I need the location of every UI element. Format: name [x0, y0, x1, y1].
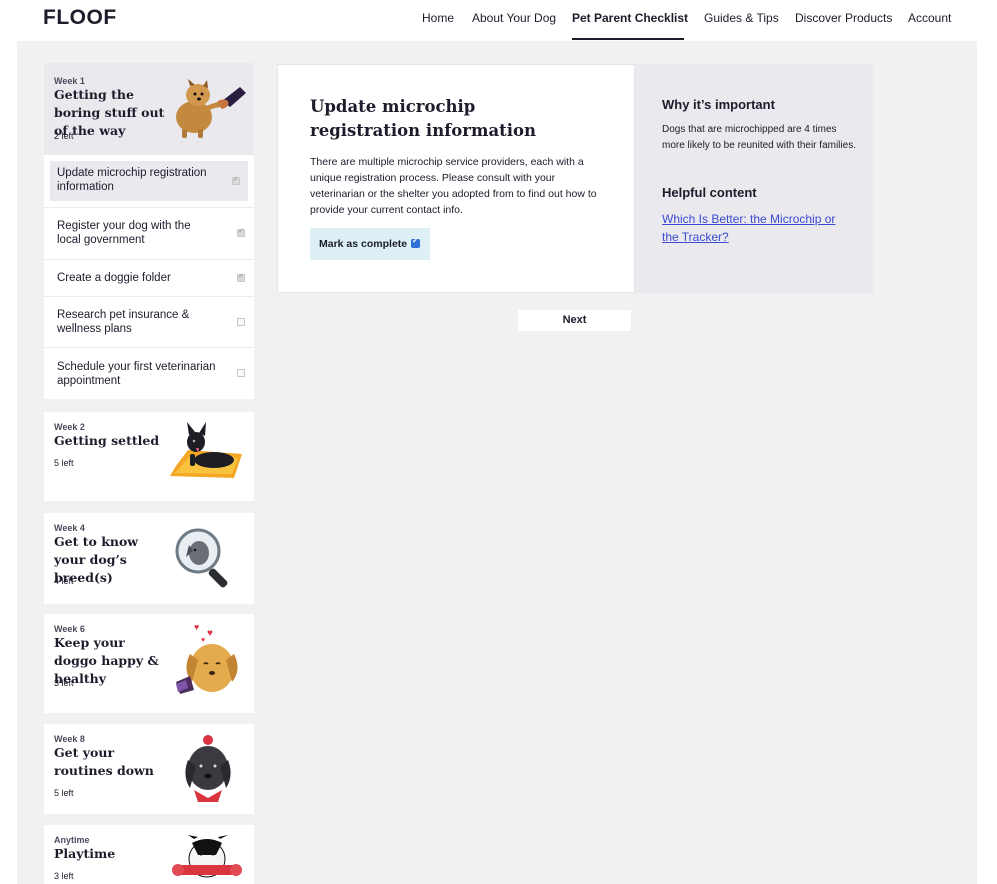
task-detail-title: Update microchip registration informatio… [310, 97, 537, 140]
week-card-2[interactable]: Week 2 Getting settled 5 left [44, 412, 254, 501]
tasks-left-count: 2 left [54, 131, 74, 141]
helpful-content-heading: Helpful content [662, 185, 757, 200]
svg-text:♥: ♥ [194, 622, 199, 632]
mark-as-complete-label: Mark as complete [319, 238, 408, 250]
week-label: Week 4 [54, 523, 85, 533]
week-card-1[interactable]: Week 1 Getting the boring stuff out of t… [44, 63, 254, 155]
tasks-left-count: 5 left [54, 788, 74, 798]
week-label: Anytime [54, 835, 90, 845]
task-update-microchip[interactable]: Update microchip registration informatio… [44, 155, 254, 208]
why-important-heading: Why it’s important [662, 97, 775, 112]
svg-text:♥: ♥ [201, 637, 205, 644]
task-label: Register your dog with the local governm… [57, 220, 191, 246]
task-checkbox[interactable] [237, 272, 245, 282]
helpful-content-link[interactable]: Which Is Better: the Microchip or the Tr… [662, 210, 852, 246]
happy-dog-hearts-icon: ♥ ♥ ♥ [176, 622, 238, 694]
task-schedule-vet[interactable]: Schedule your first veterinarian appoint… [44, 348, 254, 399]
floof-logo[interactable]: FLOOF [43, 6, 117, 30]
week-card-4[interactable]: Week 4 Get to know your dog’s breed(s) 4… [44, 513, 254, 604]
dog-on-bed-icon [170, 422, 242, 478]
week-label: Week 6 [54, 624, 85, 634]
groomed-dog-icon [185, 735, 231, 802]
week-title: Playtime [54, 846, 116, 861]
nav-about-your-dog[interactable]: About Your Dog [472, 11, 556, 25]
task-highlight: Update microchip registration informatio… [50, 161, 248, 201]
mark-as-complete-button[interactable]: Mark as complete [310, 228, 430, 260]
week-card-anytime[interactable]: Anytime Playtime 3 left [44, 825, 254, 884]
task-detail-description: There are multiple microchip service pro… [310, 156, 597, 216]
nav-home[interactable]: Home [422, 11, 454, 25]
why-important-panel: Why it’s important Dogs that are microch… [635, 64, 873, 293]
task-checkbox[interactable] [237, 318, 245, 326]
magnifying-glass-dog-icon [175, 528, 228, 588]
tasks-left-count: 3 left [54, 678, 74, 688]
dog-with-toy-icon [172, 835, 242, 878]
task-label: Research pet insurance & wellness plans [57, 309, 190, 335]
week-card-6[interactable]: Week 6 Keep your doggo happy & healthy 3… [44, 614, 254, 713]
nav-discover-products[interactable]: Discover Products [795, 11, 892, 25]
nav-account[interactable]: Account [908, 11, 951, 25]
nav-guides-tips[interactable]: Guides & Tips [704, 11, 779, 25]
task-checkbox[interactable] [237, 227, 245, 237]
task-label: Schedule your first veterinarian appoint… [57, 361, 216, 387]
why-important-text: Dogs that are microchipped are 4 times m… [662, 124, 856, 151]
task-label: Create a doggie folder [57, 272, 171, 284]
week-label: Week 1 [54, 76, 85, 86]
week-card-8[interactable]: Week 8 Get your routines down 5 left [44, 724, 254, 814]
task-detail-panel: Update microchip registration informatio… [277, 64, 635, 293]
week-title: Get your routines down [54, 745, 154, 778]
mark-as-complete-checkbox[interactable] [411, 236, 420, 248]
task-create-doggie-folder[interactable]: Create a doggie folder [44, 260, 254, 297]
active-nav-indicator [572, 38, 684, 40]
week-label: Week 2 [54, 422, 85, 432]
week-label: Week 8 [54, 734, 85, 744]
task-checkbox[interactable] [232, 175, 240, 185]
task-checkbox[interactable] [237, 369, 245, 377]
task-label: Update microchip registration informatio… [57, 167, 207, 193]
tasks-left-count: 3 left [54, 871, 74, 881]
tasks-left-count: 4 left [54, 576, 74, 586]
week-title: Getting settled [54, 433, 160, 448]
task-research-insurance[interactable]: Research pet insurance & wellness plans [44, 297, 254, 348]
nav-pet-parent-checklist[interactable]: Pet Parent Checklist [572, 11, 688, 25]
top-navigation: FLOOF Home About Your Dog Pet Parent Che… [0, 0, 997, 41]
task-register-dog[interactable]: Register your dog with the local governm… [44, 208, 254, 260]
next-button[interactable]: Next [518, 310, 631, 331]
dog-shaking-hand-icon [176, 79, 246, 138]
svg-text:♥: ♥ [207, 628, 213, 639]
tasks-left-count: 5 left [54, 458, 74, 468]
